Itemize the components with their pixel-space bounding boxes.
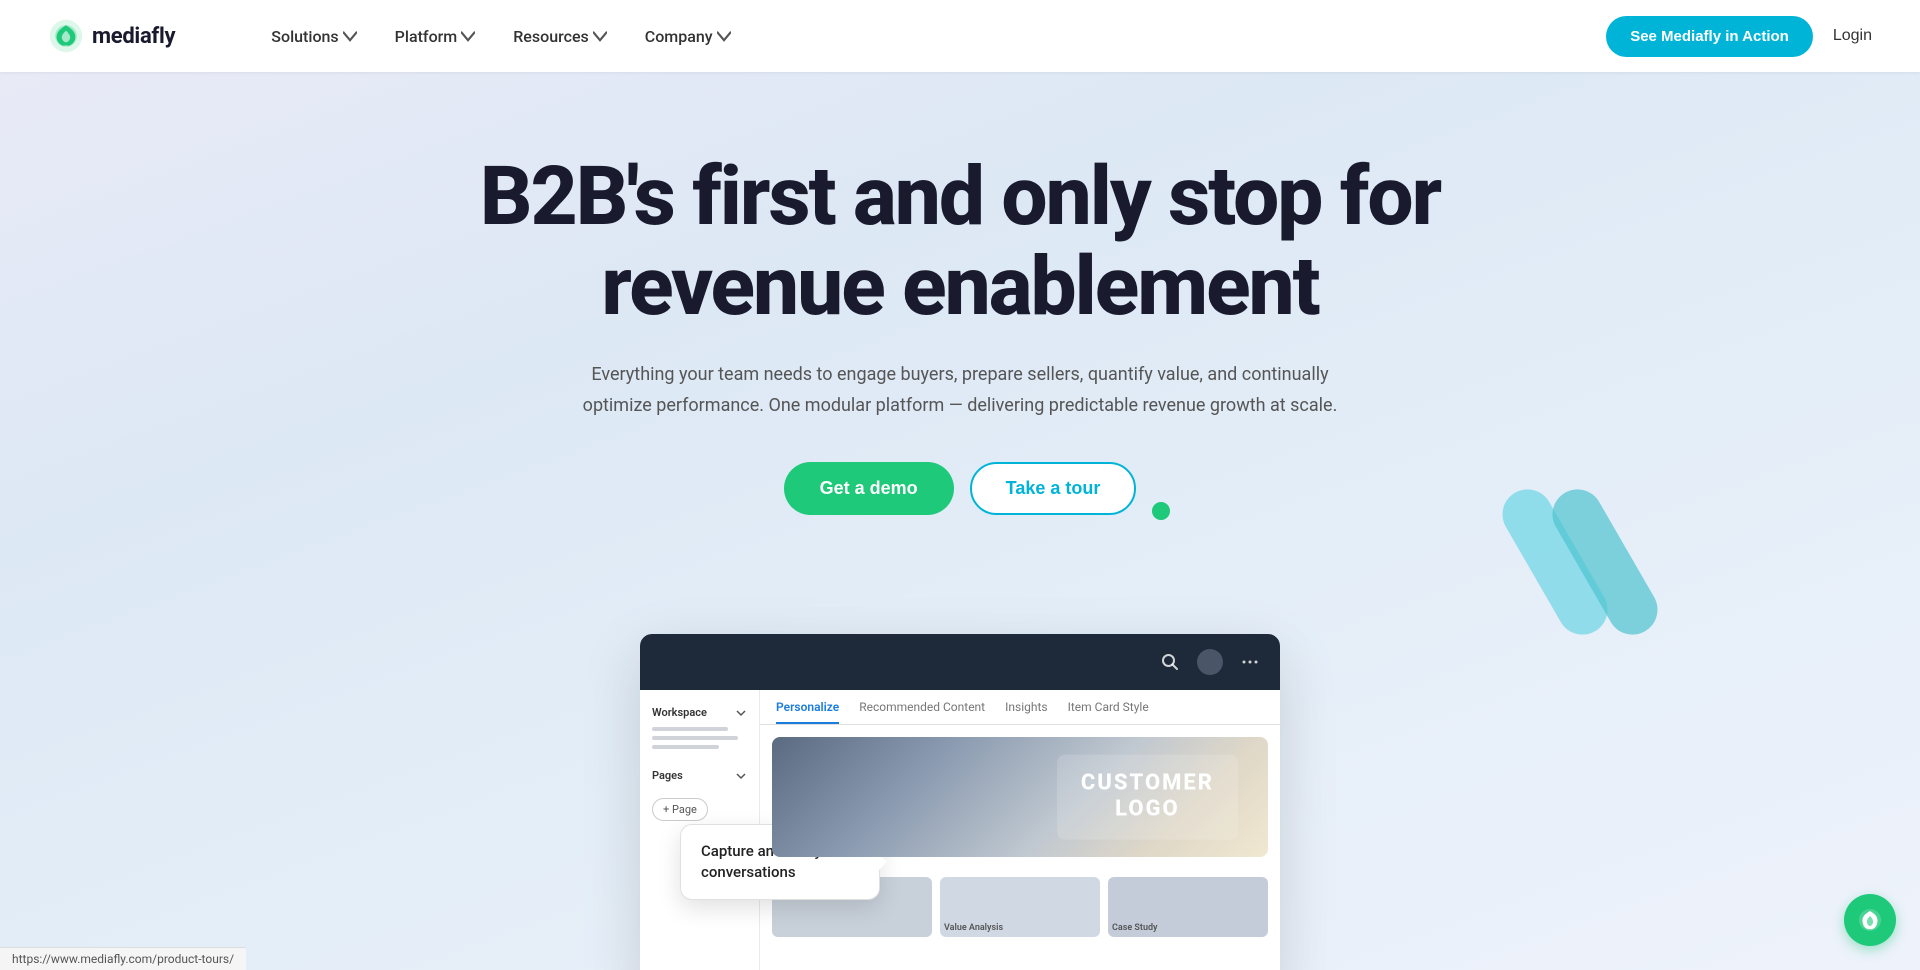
- hero-buttons: Get a demo Take a tour: [784, 462, 1137, 515]
- take-tour-button[interactable]: Take a tour: [970, 462, 1137, 515]
- hero-image-panel: CUSTOMER LOGO: [772, 737, 1268, 857]
- search-icon[interactable]: [1156, 648, 1184, 676]
- nav-actions: See Mediafly in Action Login: [1606, 16, 1872, 57]
- nav-solutions[interactable]: Solutions: [255, 19, 372, 54]
- see-mediafly-button[interactable]: See Mediafly in Action: [1606, 16, 1813, 57]
- customer-logo-text: CUSTOMER LOGO: [1081, 771, 1214, 824]
- logo-text: mediafly: [92, 24, 175, 49]
- hero-subtitle: Everything your team needs to engage buy…: [570, 360, 1350, 421]
- deco-shape-teal: [1470, 472, 1690, 672]
- navigation: mediafly Solutions Platform Resources Co…: [0, 0, 1920, 72]
- tab-item-card[interactable]: Item Card Style: [1068, 700, 1149, 724]
- app-tabs: Personalize Recommended Content Insights…: [760, 690, 1280, 725]
- leaf-icon: [1857, 907, 1883, 933]
- login-button[interactable]: Login: [1833, 27, 1872, 45]
- app-content: Personalize Recommended Content Insights…: [760, 690, 1280, 970]
- nav-platform[interactable]: Platform: [379, 19, 492, 54]
- nav-company[interactable]: Company: [629, 19, 747, 54]
- tab-personalize[interactable]: Personalize: [776, 700, 839, 724]
- logo-link[interactable]: mediafly: [48, 18, 175, 54]
- customer-logo-overlay: CUSTOMER LOGO: [1057, 755, 1238, 840]
- hero-section: B2B's first and only stop for revenue en…: [0, 72, 1920, 970]
- thumbnail-2: Value Analysis: [940, 877, 1100, 937]
- sidebar-pages-section: Pages + Page: [652, 765, 747, 821]
- sidebar-content-lines: [652, 727, 747, 749]
- tab-recommended[interactable]: Recommended Content: [859, 700, 985, 724]
- add-page-button[interactable]: + Page: [652, 798, 708, 821]
- nav-resources[interactable]: Resources: [497, 19, 623, 54]
- app-topbar: [640, 634, 1280, 690]
- sidebar-workspace-header: Workspace: [652, 702, 747, 727]
- tab-insights[interactable]: Insights: [1005, 700, 1047, 724]
- app-preview: Workspace Pages: [640, 634, 1280, 970]
- thumbnail-3: Case Study: [1108, 877, 1268, 937]
- url-status-bar: https://www.mediafly.com/product-tours/: [0, 947, 246, 970]
- avatar-icon: [1196, 648, 1224, 676]
- app-preview-container: Capture and analyze conversations: [640, 634, 1280, 970]
- deco-green-dot: [1152, 502, 1170, 520]
- nav-links: Solutions Platform Resources Company: [255, 19, 1606, 54]
- fab-button[interactable]: [1844, 894, 1896, 946]
- get-demo-button[interactable]: Get a demo: [784, 462, 954, 515]
- mediafly-logo-icon: [48, 18, 84, 54]
- hero-title: B2B's first and only stop for revenue en…: [480, 152, 1440, 332]
- more-options-icon[interactable]: [1236, 648, 1264, 676]
